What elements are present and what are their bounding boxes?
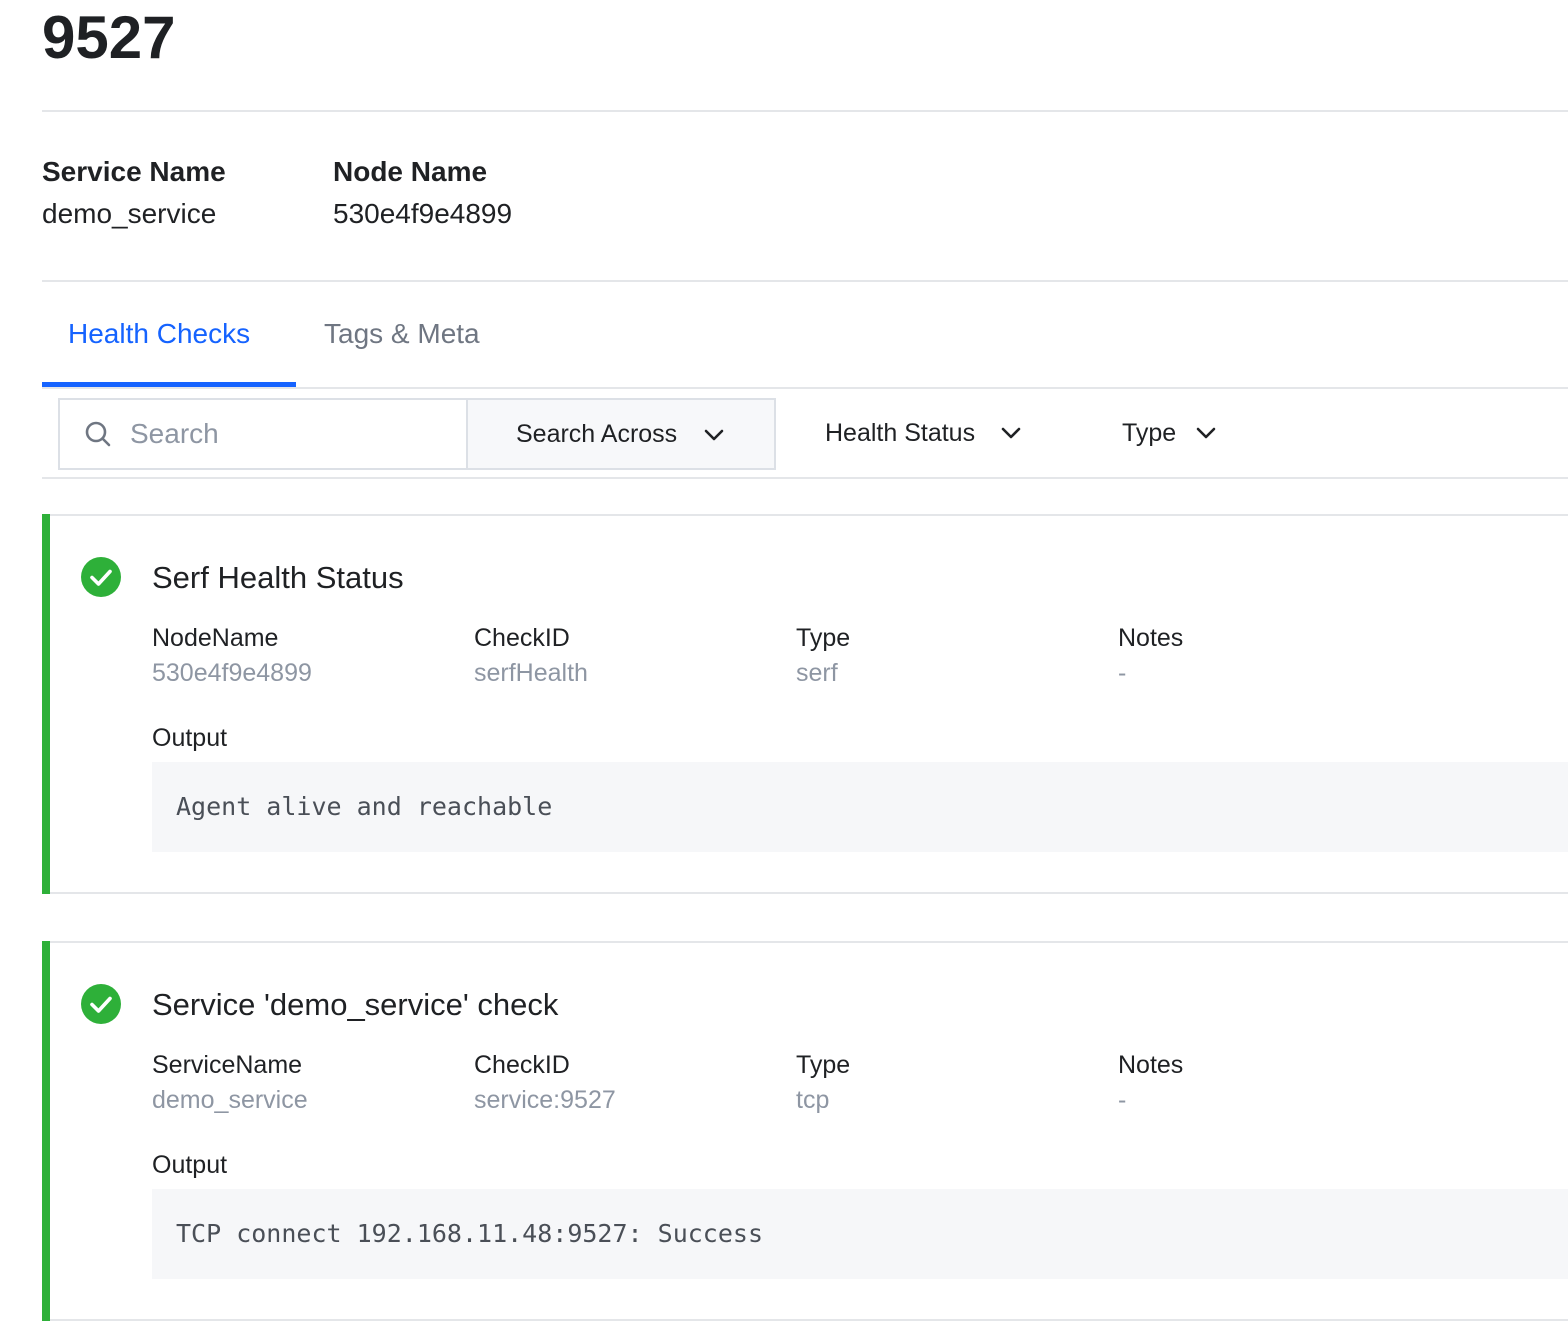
output-label: Output — [152, 1151, 228, 1179]
output-box: Agent alive and reachable — [152, 762, 1568, 852]
divider — [42, 387, 1568, 389]
check-field-notes: Notes - — [1118, 622, 1183, 689]
check-circle-icon — [81, 984, 121, 1024]
check-field-notes: Notes - — [1118, 1049, 1183, 1116]
field-label: CheckID — [474, 1051, 570, 1079]
node-name-label: Node Name — [333, 156, 488, 187]
check-field-type: Type tcp — [796, 1049, 850, 1116]
check-field-type: Type serf — [796, 622, 850, 689]
health-check-card: Service 'demo_service' check ServiceName… — [42, 941, 1568, 1321]
field-label: NodeName — [152, 624, 279, 652]
field-value: service:9527 — [474, 1086, 616, 1114]
output-text: TCP connect 192.168.11.48:9527: Success — [176, 1219, 763, 1248]
check-circle-icon — [81, 557, 121, 597]
field-value: demo_service — [152, 1086, 308, 1114]
divider — [42, 110, 1568, 112]
check-field-nodename: NodeName 530e4f9e4899 — [152, 622, 312, 689]
output-box: TCP connect 192.168.11.48:9527: Success — [152, 1189, 1568, 1279]
field-label: CheckID — [474, 624, 570, 652]
field-value: serf — [796, 659, 838, 687]
status-bar — [42, 941, 50, 1321]
field-label: Notes — [1118, 1051, 1184, 1079]
search-across-dropdown[interactable]: Search Across — [466, 398, 776, 470]
type-label: Type — [1122, 419, 1177, 447]
health-status-filter[interactable]: Health Status — [825, 398, 1045, 468]
status-bar — [42, 514, 50, 894]
check-field-checkid: CheckID service:9527 — [474, 1049, 616, 1116]
check-field-checkid: CheckID serfHealth — [474, 622, 588, 689]
type-filter[interactable]: Type — [1122, 398, 1242, 468]
check-title: Serf Health Status — [152, 560, 404, 595]
field-label: Notes — [1118, 624, 1184, 652]
search-input[interactable] — [130, 400, 450, 468]
node-name-detail: Node Name 530e4f9e4899 — [333, 154, 512, 232]
tab-tags-meta[interactable]: Tags & Meta — [324, 296, 480, 388]
chevron-down-icon — [1001, 427, 1021, 439]
search-icon — [85, 421, 111, 447]
field-label: ServiceName — [152, 1051, 303, 1079]
divider — [42, 477, 1568, 479]
health-check-card: Serf Health Status NodeName 530e4f9e4899… — [42, 514, 1568, 894]
output-text: Agent alive and reachable — [176, 792, 553, 821]
filter-toolbar: Search Across Health Status Type — [58, 398, 1568, 470]
service-name-label: Service Name — [42, 156, 226, 187]
search-across-label: Search Across — [516, 420, 678, 448]
output-label: Output — [152, 724, 228, 752]
tab-bar: Health Checks Tags & Meta — [42, 296, 1568, 388]
field-value: 530e4f9e4899 — [152, 659, 312, 687]
check-field-servicename: ServiceName demo_service — [152, 1049, 308, 1116]
page-title: 9527 — [42, 4, 176, 71]
search-box — [58, 398, 466, 470]
check-title: Service 'demo_service' check — [152, 987, 559, 1022]
divider — [42, 280, 1568, 282]
tab-health-checks[interactable]: Health Checks — [68, 296, 250, 388]
field-value: serfHealth — [474, 659, 588, 687]
service-name-value: demo_service — [42, 198, 217, 229]
field-value: - — [1118, 659, 1127, 687]
field-value: tcp — [796, 1086, 830, 1114]
node-name-value: 530e4f9e4899 — [333, 198, 513, 229]
chevron-down-icon — [704, 429, 724, 441]
field-value: - — [1118, 1086, 1127, 1114]
field-label: Type — [796, 624, 851, 652]
chevron-down-icon — [1196, 427, 1216, 439]
field-label: Type — [796, 1051, 851, 1079]
service-name-detail: Service Name demo_service — [42, 154, 226, 232]
health-status-label: Health Status — [825, 419, 976, 447]
